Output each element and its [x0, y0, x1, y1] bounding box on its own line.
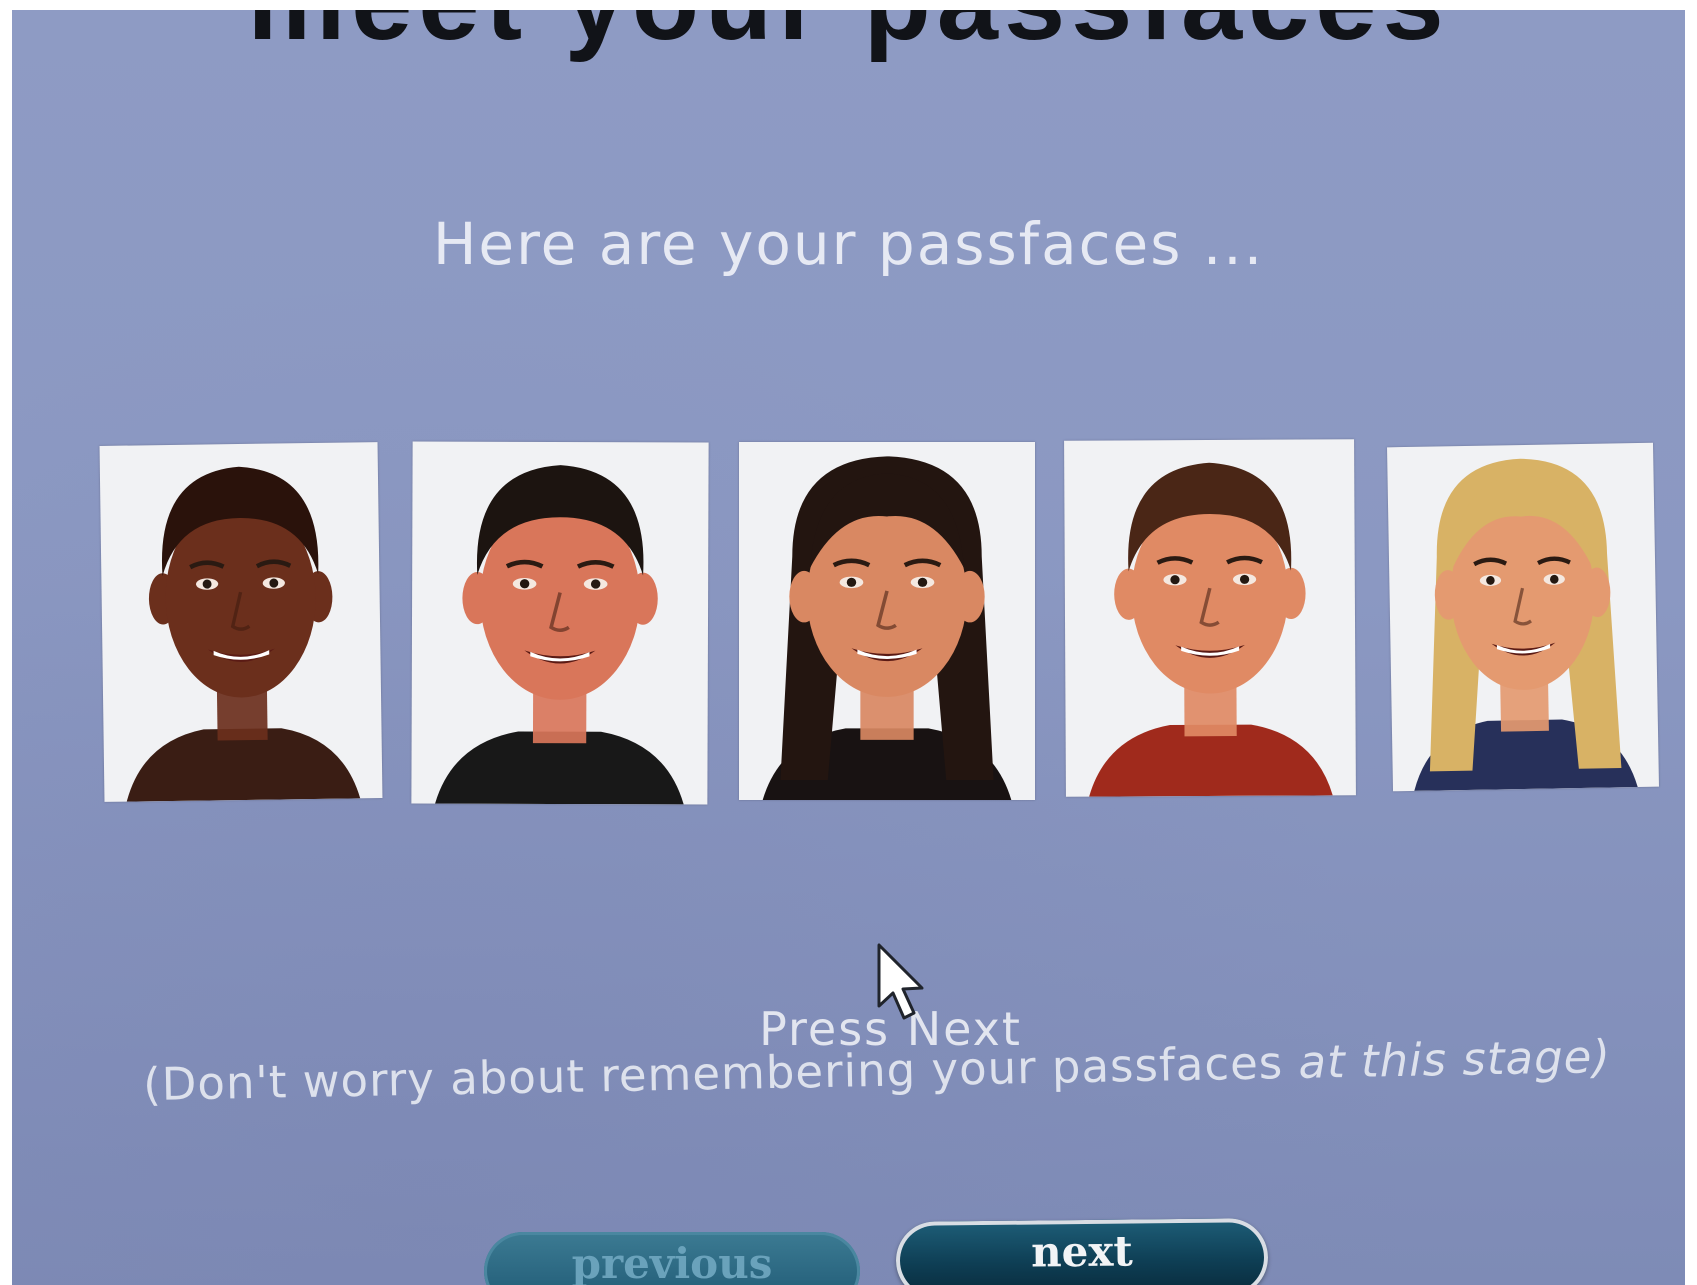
passfaces-screen: meet your passfaces Here are your passfa… — [12, 10, 1685, 1285]
mouse-pointer-icon — [877, 943, 924, 1020]
passface-photo — [99, 442, 383, 802]
passface-photo — [739, 442, 1035, 800]
page-heading: meet your passfaces — [12, 10, 1685, 65]
previous-button[interactable]: previous — [484, 1232, 860, 1285]
hint-text-end: at this stage) — [1297, 1029, 1612, 1089]
next-button[interactable]: next — [895, 1218, 1269, 1285]
passface-photo — [1387, 442, 1659, 792]
passfaces-subtitle: Here are your passfaces ... — [432, 210, 1265, 278]
passface-photo — [411, 441, 709, 805]
passface-photo — [1064, 439, 1356, 797]
